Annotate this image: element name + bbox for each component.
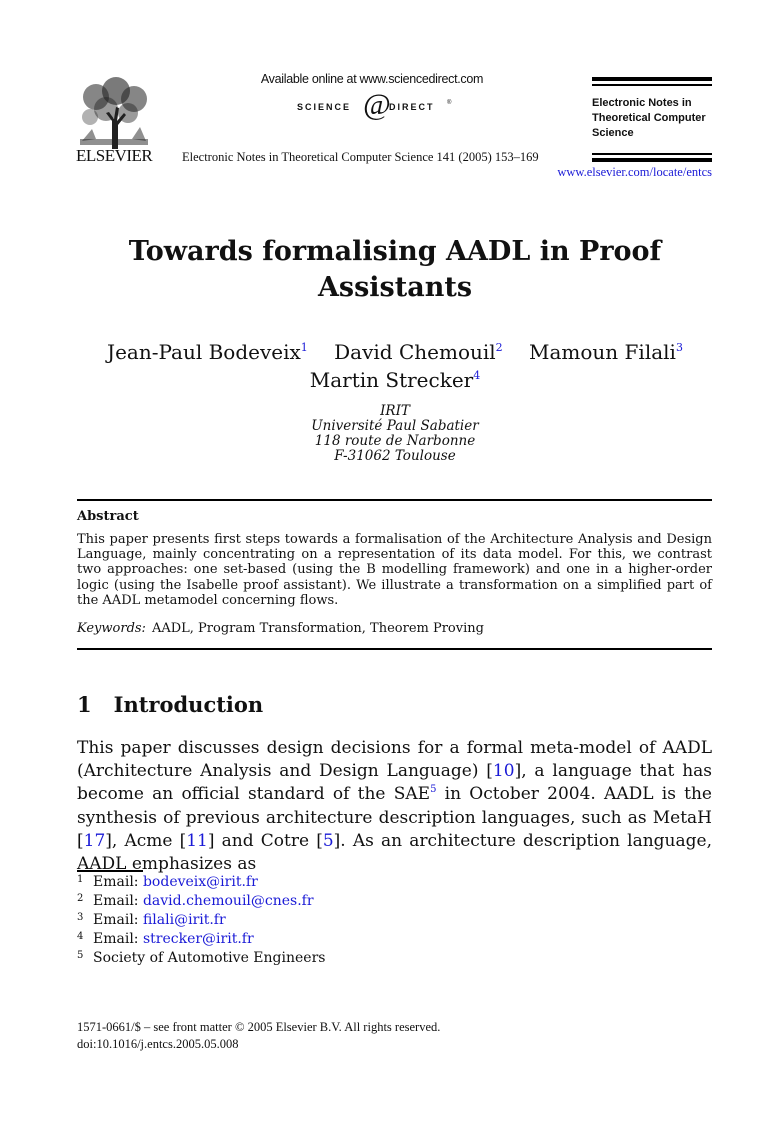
keywords: Keywords: AADL, Program Transformation, T… (77, 621, 484, 636)
publisher-name: ELSEVIER (76, 146, 153, 165)
sd-logo-right: DIRECT (389, 102, 435, 112)
journal-name-line: Electronic Notes in (592, 97, 692, 109)
affiliation-line: F-31062 Toulouse (334, 448, 456, 464)
section-title: Introduction (113, 692, 264, 717)
author-list: Jean-Paul Bodeveix1 David Chemouil2 Mamo… (0, 338, 780, 394)
keywords-value: AADL, Program Transformation, Theorem Pr… (151, 621, 484, 636)
footnote: 2 Email: david.chemouil@cnes.fr (77, 893, 314, 909)
sd-at-icon: @ (363, 88, 391, 121)
footnote: 3 Email: filali@irit.fr (77, 912, 226, 928)
author-footnote-mark[interactable]: 2 (496, 341, 503, 354)
citation-link[interactable]: 17 (84, 831, 106, 851)
citation: [17] (77, 830, 112, 851)
journal-name-line: Science (592, 127, 634, 139)
abstract-top-rule (77, 499, 712, 501)
section-number: 1 (77, 692, 92, 717)
footnote: 5 Society of Automotive Engineers (77, 950, 326, 966)
affiliation-line: Université Paul Sabatier (311, 418, 479, 434)
sd-logo-left: SCIENCE (297, 102, 352, 112)
journal-name-box: Electronic Notes in Theoretical Computer… (592, 96, 706, 141)
footnote: 4 Email: strecker@irit.fr (77, 931, 254, 947)
abstract-bottom-rule (77, 648, 712, 650)
paper-title: Towards formalising AADL in Proof Assist… (0, 234, 780, 306)
copyright-block: 1571-0661/$ – see front matter © 2005 El… (77, 1019, 440, 1053)
affiliation: IRIT Université Paul Sabatier 118 route … (0, 404, 780, 464)
journal-url-link[interactable]: www.elsevier.com/locate/entcs (557, 165, 712, 180)
footnote-rule (77, 870, 143, 872)
email-link[interactable]: filali@irit.fr (143, 912, 226, 928)
citation-link[interactable]: 5 (323, 831, 334, 851)
header-rule (592, 84, 712, 86)
header-rule (592, 158, 712, 162)
title-line: Assistants (317, 272, 473, 303)
author: Jean-Paul Bodeveix1 (107, 340, 308, 364)
sd-tm: ® (447, 100, 452, 106)
author-footnote-mark[interactable]: 3 (676, 341, 683, 354)
section-heading: 1 Introduction (77, 692, 263, 717)
header-rule (592, 77, 712, 81)
email-link[interactable]: bodeveix@irit.fr (143, 874, 258, 890)
text-run: , Acme (111, 830, 180, 851)
citation-link[interactable]: 10 (493, 761, 515, 781)
citation: [10] (486, 761, 522, 782)
journal-citation: Electronic Notes in Theoretical Computer… (182, 150, 539, 164)
email-link[interactable]: david.chemouil@cnes.fr (143, 893, 314, 909)
text-run: and Cotre (214, 830, 317, 851)
author: Mamoun Filali3 (529, 340, 683, 364)
author: Martin Strecker4 (309, 368, 481, 392)
doi: doi:10.1016/j.entcs.2005.05.008 (77, 1037, 239, 1051)
footnotes: 1 Email: bodeveix@irit.fr 2 Email: david.c… (77, 873, 325, 968)
journal-name-line: Theoretical Computer (592, 112, 706, 124)
footnote: 1 Email: bodeveix@irit.fr (77, 874, 258, 890)
affiliation-line: IRIT (380, 403, 410, 419)
header-rule (592, 153, 712, 155)
sciencedirect-logo: SCIENCE @ DIRECT ® (297, 88, 477, 126)
author-footnote-mark[interactable]: 1 (301, 341, 308, 354)
affiliation-line: 118 route de Narbonne (314, 433, 476, 449)
introduction-paragraph: This paper discusses design decisions fo… (77, 737, 712, 876)
citation: [5] (316, 830, 341, 851)
email-link[interactable]: strecker@irit.fr (143, 931, 254, 947)
author: David Chemouil2 (334, 340, 503, 364)
copyright-line: 1571-0661/$ – see front matter © 2005 El… (77, 1020, 441, 1034)
abstract-heading: Abstract (77, 509, 139, 524)
keywords-label: Keywords: (77, 621, 146, 636)
abstract-text: This paper presents first steps towards … (77, 532, 712, 608)
citation-link[interactable]: 11 (186, 831, 208, 851)
title-line: Towards formalising AADL in Proof (128, 236, 662, 267)
author-footnote-mark[interactable]: 4 (473, 369, 480, 382)
citation: [11] (179, 830, 215, 851)
